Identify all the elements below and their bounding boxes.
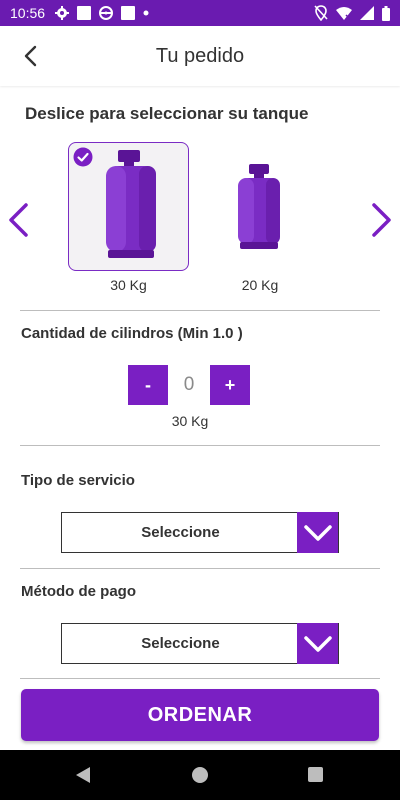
divider [20,568,380,569]
tank-label-20kg: 20 Kg [241,277,279,293]
tank-card-20kg[interactable] [210,142,310,271]
tank-selector-title: Deslice para seleccionar su tanque [25,104,309,123]
system-nav-bar [0,750,400,800]
increment-button[interactable]: + [210,365,250,405]
tank-card-30kg[interactable] [68,142,189,271]
signal-icon [360,6,374,20]
status-time: 10:56 [10,5,46,21]
carousel-next-arrow[interactable] [370,202,394,238]
quantity-unit-label: 30 Kg [171,413,209,429]
location-off-icon [314,5,328,21]
back-button[interactable] [20,44,44,68]
divider [20,445,380,446]
status-system-icons [314,5,390,21]
service-type-value: Seleccione [141,524,220,541]
square-icon [77,6,92,20]
chevron-down-icon [303,635,332,652]
order-screen: 10:56 Tu pedido Deslice para seleccionar… [0,0,400,800]
divider [20,310,380,311]
square-icon [121,6,136,20]
steering-wheel-icon [99,6,114,20]
chevron-down-icon [303,524,332,541]
payment-method-select[interactable]: Seleccione [61,623,339,664]
nav-recents-icon[interactable] [308,767,323,782]
app-header: Tu pedido [0,26,400,86]
settings-icon [55,6,70,20]
payment-method-title: Método de pago [21,583,136,600]
nav-home-icon[interactable] [192,767,208,783]
service-type-dropdown-button[interactable] [297,512,338,553]
quantity-title: Cantidad de cilindros (Min 1.0 ) [21,325,243,342]
page-title: Tu pedido [155,44,245,67]
battery-icon [382,5,390,21]
service-type-title: Tipo de servicio [21,472,135,489]
order-button[interactable]: ORDENAR [21,689,379,741]
tank-carousel[interactable]: 30 Kg 20 Kg [0,140,400,300]
wifi-icon [336,7,352,20]
decrement-button[interactable]: - [128,365,168,405]
gas-cylinder-icon [238,164,280,249]
payment-method-dropdown-button[interactable] [297,623,338,664]
tank-label-30kg: 30 Kg [110,277,147,293]
carousel-prev-arrow[interactable] [6,202,30,238]
nav-back-icon[interactable] [74,766,92,784]
status-bar: 10:56 [0,0,400,26]
gas-cylinder-icon [105,149,156,258]
status-notification-icons [55,6,149,20]
dot-icon [143,10,149,16]
service-type-select[interactable]: Seleccione [61,512,339,553]
payment-method-value: Seleccione [141,635,220,652]
quantity-stepper: - 0 + [128,365,252,405]
quantity-value: 0 [183,374,195,395]
divider [20,678,380,679]
